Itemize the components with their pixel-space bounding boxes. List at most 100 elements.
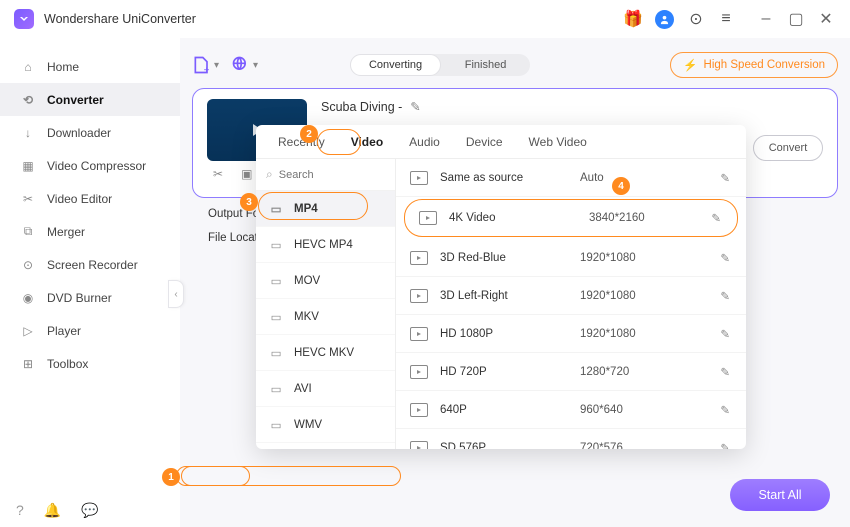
help-icon[interactable]: ? bbox=[16, 502, 24, 519]
gift-icon[interactable]: 🎁 bbox=[625, 11, 641, 27]
format-label: AVI bbox=[294, 383, 312, 395]
sidebar-icon: ▦ bbox=[20, 158, 36, 174]
crop-icon[interactable]: ▣ bbox=[241, 167, 252, 181]
resolution-row[interactable]: HD 1080P1920*1080✎ bbox=[396, 315, 746, 353]
sidebar-item-converter[interactable]: ⟲ Converter bbox=[0, 83, 180, 116]
resolution-edit-icon[interactable]: ✎ bbox=[711, 211, 721, 225]
format-icon: ▭ bbox=[268, 345, 284, 361]
start-all-button[interactable]: Start All bbox=[730, 479, 830, 511]
sidebar-item-video-compressor[interactable]: ▦ Video Compressor bbox=[0, 149, 180, 182]
format-avi[interactable]: ▭AVI bbox=[256, 371, 395, 407]
resolution-name: 640P bbox=[440, 404, 580, 416]
format-hevc-mkv[interactable]: ▭ HEVC MKV bbox=[256, 335, 395, 371]
sidebar-icon: ↓ bbox=[20, 125, 36, 141]
sidebar-icon: ⟲ bbox=[20, 92, 36, 108]
resolution-edit-icon[interactable]: ✎ bbox=[720, 251, 730, 265]
panel-tab-web-video[interactable]: Web Video bbox=[517, 128, 599, 158]
annotation-3: 3 bbox=[240, 193, 258, 211]
panel-tab-video[interactable]: Video bbox=[339, 128, 395, 158]
resolution-icon bbox=[410, 441, 428, 450]
sidebar-item-player[interactable]: ▷Player bbox=[0, 314, 180, 347]
panel-tab-audio[interactable]: Audio bbox=[397, 128, 452, 158]
format-label: WMV bbox=[294, 419, 322, 431]
footer-icons: ? 🔔 💬 bbox=[16, 502, 99, 519]
sidebar-item-dvd-burner[interactable]: ◉DVD Burner bbox=[0, 281, 180, 314]
sidebar-label: Video Editor bbox=[47, 192, 112, 206]
sidebar-item-toolbox[interactable]: ⊞ Toolbox bbox=[0, 347, 180, 380]
segment-converting[interactable]: Converting bbox=[350, 54, 441, 76]
bolt-icon: ⚡ bbox=[683, 58, 697, 72]
resolution-icon bbox=[410, 171, 428, 185]
resolution-row[interactable]: 3D Left-Right1920*1080✎ bbox=[396, 277, 746, 315]
notification-icon[interactable]: 🔔 bbox=[44, 502, 61, 519]
file-title: Scuba Diving - bbox=[321, 100, 402, 114]
resolution-name: SD 576P bbox=[440, 442, 580, 450]
feedback-icon[interactable]: 💬 bbox=[81, 502, 98, 519]
sidebar-item-screen-recorder[interactable]: ⊙Screen Recorder bbox=[0, 248, 180, 281]
format-panel: RecentlyVideoAudioDeviceWeb Video ⌕ ▭MP4… bbox=[256, 125, 746, 449]
edit-title-icon[interactable]: ✎ bbox=[410, 99, 420, 114]
sidebar-label: Home bbox=[47, 60, 79, 74]
format-label: MKV bbox=[294, 311, 319, 323]
sidebar-label: Converter bbox=[47, 93, 104, 107]
annotation-1: 1 bbox=[162, 468, 180, 486]
format-mp4[interactable]: ▭MP4 bbox=[256, 191, 395, 227]
resolution-edit-icon[interactable]: ✎ bbox=[720, 365, 730, 379]
panel-tab-device[interactable]: Device bbox=[454, 128, 515, 158]
high-speed-toggle[interactable]: ⚡ High Speed Conversion bbox=[670, 52, 838, 78]
format-wmv[interactable]: ▭WMV bbox=[256, 407, 395, 443]
add-file-button[interactable]: +▾ bbox=[192, 55, 219, 75]
format-icon: ▭ bbox=[268, 273, 284, 289]
user-avatar[interactable] bbox=[655, 10, 674, 29]
sidebar-item-video-editor[interactable]: ✂Video Editor bbox=[0, 182, 180, 215]
segment-finished[interactable]: Finished bbox=[441, 54, 530, 76]
sidebar-item-home[interactable]: ⌂Home bbox=[0, 50, 180, 83]
resolution-icon bbox=[410, 403, 428, 417]
resolution-name: HD 720P bbox=[440, 366, 580, 378]
minimize-button[interactable]: – bbox=[756, 9, 776, 29]
sidebar-item-downloader[interactable]: ↓Downloader bbox=[0, 116, 180, 149]
app-title: Wondershare UniConverter bbox=[44, 12, 196, 26]
resolution-icon bbox=[410, 365, 428, 379]
format-mov[interactable]: ▭MOV bbox=[256, 263, 395, 299]
format-label: HEVC MKV bbox=[294, 347, 354, 359]
sidebar-item-merger[interactable]: ⧉Merger bbox=[0, 215, 180, 248]
add-url-button[interactable]: ▾ bbox=[231, 55, 258, 75]
sidebar-label: Toolbox bbox=[47, 357, 88, 371]
sidebar-icon: ⊙ bbox=[20, 257, 36, 273]
sidebar-label: Video Compressor bbox=[47, 159, 146, 173]
convert-button[interactable]: Convert bbox=[753, 135, 823, 161]
sidebar-icon: ⧉ bbox=[20, 224, 36, 240]
resolution-row[interactable]: SD 576P720*576✎ bbox=[396, 429, 746, 449]
toolbar: +▾ ▾ ConvertingFinished ⚡ High Speed Conv… bbox=[192, 38, 838, 86]
sidebar-icon: ⊞ bbox=[20, 356, 36, 372]
headset-icon[interactable]: ⊙ bbox=[688, 11, 704, 27]
resolution-row[interactable]: 3D Red-Blue1920*1080✎ bbox=[396, 239, 746, 277]
resolution-row[interactable]: HD 720P1280*720✎ bbox=[396, 353, 746, 391]
resolution-row[interactable]: 640P960*640 ✎ bbox=[396, 391, 746, 429]
resolution-edit-icon[interactable]: ✎ bbox=[720, 441, 730, 450]
maximize-button[interactable]: ▢ bbox=[786, 9, 806, 29]
resolution-edit-icon[interactable]: ✎ bbox=[720, 289, 730, 303]
close-button[interactable]: ✕ bbox=[816, 9, 836, 29]
format-search: ⌕ bbox=[256, 159, 395, 191]
search-icon: ⌕ bbox=[266, 167, 273, 182]
high-speed-label: High Speed Conversion bbox=[704, 59, 825, 71]
trim-icon[interactable]: ✂ bbox=[213, 167, 223, 181]
format-icon: ▭ bbox=[268, 309, 284, 325]
resolution-edit-icon[interactable]: ✎ bbox=[720, 403, 730, 417]
resolution-name: Same as source bbox=[440, 172, 580, 184]
sidebar-icon: ▷ bbox=[20, 323, 36, 339]
resolution-row[interactable]: 4K Video3840*2160✎ bbox=[404, 199, 738, 237]
resolution-value: 960*640 bbox=[580, 404, 680, 416]
annotation-2: 2 bbox=[300, 125, 318, 143]
format-search-input[interactable] bbox=[279, 169, 369, 181]
resolution-row[interactable]: Same as sourceAuto✎ bbox=[396, 159, 746, 197]
menu-icon[interactable]: ≡ bbox=[718, 11, 734, 27]
format-icon: ▭ bbox=[268, 237, 284, 253]
resolution-edit-icon[interactable]: ✎ bbox=[720, 327, 730, 341]
format-mkv[interactable]: ▭ MKV bbox=[256, 299, 395, 335]
sidebar-label: DVD Burner bbox=[47, 291, 112, 305]
format-hevc-mp4[interactable]: ▭HEVC MP4 bbox=[256, 227, 395, 263]
resolution-edit-icon[interactable]: ✎ bbox=[720, 171, 730, 185]
